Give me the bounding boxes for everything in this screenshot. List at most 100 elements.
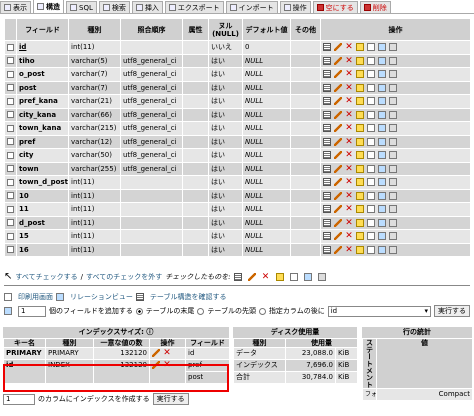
browse-icon[interactable] xyxy=(323,43,331,52)
primary-key-icon[interactable] xyxy=(356,232,364,241)
index-icon[interactable] xyxy=(378,191,386,200)
browse-icon[interactable] xyxy=(323,97,331,106)
fulltext-icon[interactable] xyxy=(389,151,397,160)
row-checkbox[interactable] xyxy=(7,246,14,254)
fulltext-icon[interactable] xyxy=(389,191,397,200)
relation-view-link[interactable]: リレーションビュー xyxy=(70,292,133,302)
bulk-browse-icon[interactable] xyxy=(233,273,242,281)
edit-icon[interactable] xyxy=(334,178,342,187)
edit-index-icon[interactable] xyxy=(152,349,160,357)
primary-key-icon[interactable] xyxy=(356,110,364,119)
index-icon[interactable] xyxy=(378,83,386,92)
create-index-count-input[interactable] xyxy=(3,393,35,405)
delete-icon[interactable]: ✕ xyxy=(345,164,353,173)
fulltext-icon[interactable] xyxy=(389,205,397,214)
delete-icon[interactable]: ✕ xyxy=(345,56,353,65)
uncheck-all-link[interactable]: すべてのチェックを外す xyxy=(86,272,162,282)
delete-icon[interactable]: ✕ xyxy=(345,97,353,106)
delete-icon[interactable]: ✕ xyxy=(345,218,353,227)
index-icon[interactable] xyxy=(378,164,386,173)
bulk-unique-icon[interactable] xyxy=(289,273,298,281)
bulk-edit-icon[interactable] xyxy=(247,273,256,281)
fulltext-icon[interactable] xyxy=(389,164,397,173)
unique-icon[interactable] xyxy=(367,164,375,173)
bulk-delete-icon[interactable]: ✕ xyxy=(262,273,270,282)
primary-key-icon[interactable] xyxy=(356,218,364,227)
row-checkbox[interactable] xyxy=(7,192,14,200)
row-checkbox[interactable] xyxy=(7,43,14,51)
tab-structure[interactable]: 構造 xyxy=(33,0,64,13)
fulltext-icon[interactable] xyxy=(389,137,397,146)
print-view-link[interactable]: 印刷用画面 xyxy=(18,292,53,302)
browse-icon[interactable] xyxy=(323,178,331,187)
primary-key-icon[interactable] xyxy=(356,43,364,52)
index-icon[interactable] xyxy=(378,151,386,160)
row-checkbox[interactable] xyxy=(7,219,14,227)
row-checkbox[interactable] xyxy=(7,70,14,78)
fulltext-icon[interactable] xyxy=(389,97,397,106)
fulltext-icon[interactable] xyxy=(389,124,397,133)
browse-icon[interactable] xyxy=(323,70,331,79)
row-checkbox[interactable] xyxy=(7,124,14,132)
fulltext-icon[interactable] xyxy=(389,245,397,254)
unique-icon[interactable] xyxy=(367,178,375,187)
edit-icon[interactable] xyxy=(334,205,342,214)
row-checkbox[interactable] xyxy=(7,178,14,186)
row-checkbox[interactable] xyxy=(7,232,14,240)
browse-icon[interactable] xyxy=(323,56,331,65)
row-checkbox[interactable] xyxy=(7,165,14,173)
edit-icon[interactable] xyxy=(334,151,342,160)
unique-icon[interactable] xyxy=(367,124,375,133)
edit-icon[interactable] xyxy=(334,124,342,133)
tab-empty[interactable]: 空にする xyxy=(312,1,358,13)
primary-key-icon[interactable] xyxy=(356,137,364,146)
browse-icon[interactable] xyxy=(323,245,331,254)
tab-insert[interactable]: 挿入 xyxy=(131,1,163,13)
primary-key-icon[interactable] xyxy=(356,83,364,92)
browse-icon[interactable] xyxy=(323,232,331,241)
browse-icon[interactable] xyxy=(323,218,331,227)
delete-icon[interactable]: ✕ xyxy=(345,110,353,119)
unique-icon[interactable] xyxy=(367,205,375,214)
edit-icon[interactable] xyxy=(334,164,342,173)
unique-icon[interactable] xyxy=(367,137,375,146)
edit-icon[interactable] xyxy=(334,43,342,52)
index-icon[interactable] xyxy=(378,137,386,146)
tab-export[interactable]: エクスポート xyxy=(164,1,224,13)
browse-icon[interactable] xyxy=(323,83,331,92)
tab-search[interactable]: 検索 xyxy=(98,1,130,13)
unique-icon[interactable] xyxy=(367,191,375,200)
unique-icon[interactable] xyxy=(367,83,375,92)
delete-icon[interactable]: ✕ xyxy=(345,83,353,92)
browse-icon[interactable] xyxy=(323,205,331,214)
delete-icon[interactable]: ✕ xyxy=(345,191,353,200)
index-icon[interactable] xyxy=(378,56,386,65)
index-icon[interactable] xyxy=(378,70,386,79)
primary-key-icon[interactable] xyxy=(356,70,364,79)
check-all-link[interactable]: すべてチェックする xyxy=(15,272,77,282)
index-icon[interactable] xyxy=(378,124,386,133)
browse-icon[interactable] xyxy=(323,124,331,133)
bulk-fulltext-icon[interactable] xyxy=(317,273,326,281)
edit-icon[interactable] xyxy=(334,218,342,227)
unique-icon[interactable] xyxy=(367,245,375,254)
edit-icon[interactable] xyxy=(334,56,342,65)
index-icon[interactable] xyxy=(378,43,386,52)
after-field-select[interactable]: id ▾ xyxy=(327,305,432,317)
index-icon[interactable] xyxy=(378,218,386,227)
edit-icon[interactable] xyxy=(334,70,342,79)
unique-icon[interactable] xyxy=(367,151,375,160)
unique-icon[interactable] xyxy=(367,97,375,106)
index-icon[interactable] xyxy=(378,110,386,119)
primary-key-icon[interactable] xyxy=(356,205,364,214)
fulltext-icon[interactable] xyxy=(389,56,397,65)
edit-icon[interactable] xyxy=(334,97,342,106)
index-icon[interactable] xyxy=(378,178,386,187)
edit-icon[interactable] xyxy=(334,83,342,92)
tab-operations[interactable]: 操作 xyxy=(279,1,311,13)
primary-key-icon[interactable] xyxy=(356,191,364,200)
unique-icon[interactable] xyxy=(367,56,375,65)
tab-import[interactable]: インポート xyxy=(225,1,278,13)
delete-icon[interactable]: ✕ xyxy=(345,124,353,133)
primary-key-icon[interactable] xyxy=(356,164,364,173)
